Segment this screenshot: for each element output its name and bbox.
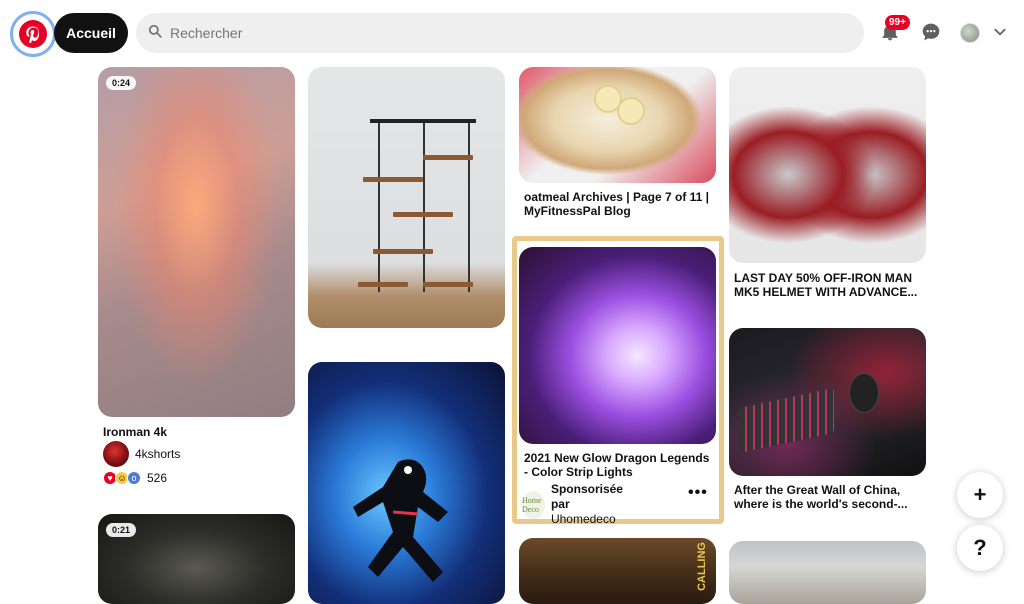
pin-title[interactable]: 2021 New Glow Dragon Legends - Color Str… xyxy=(524,451,714,479)
sponsor-row[interactable]: Home Deco Sponsorisée par Uhomedeco xyxy=(522,482,628,527)
pin-image[interactable] xyxy=(308,67,505,328)
more-options-button[interactable]: ••• xyxy=(688,484,708,502)
top-header: Accueil 99+ xyxy=(0,0,1024,66)
shelf-rope xyxy=(378,122,380,292)
help-button[interactable]: ? xyxy=(957,525,1003,571)
video-duration-badge: 0:21 xyxy=(106,523,137,537)
reactions-count: 526 xyxy=(147,471,168,485)
pin-image[interactable] xyxy=(308,362,505,604)
pin-image[interactable] xyxy=(729,328,926,476)
pin-title[interactable]: LAST DAY 50% OFF-IRON MAN MK5 HELMET WIT… xyxy=(734,271,924,299)
search-icon xyxy=(148,24,162,43)
add-pin-button[interactable]: + xyxy=(957,472,1003,518)
home-logo-button[interactable] xyxy=(10,11,56,57)
shelf-rope xyxy=(423,122,425,292)
reactions-row[interactable]: ♥ ☺ o 526 xyxy=(103,471,167,485)
pin-image[interactable] xyxy=(519,67,716,183)
sponsored-label: Sponsorisée par xyxy=(550,482,623,511)
pin-title[interactable]: Ironman 4k xyxy=(103,425,293,439)
banana-slice xyxy=(617,97,645,125)
sponsor-logo[interactable]: Home Deco xyxy=(522,490,545,519)
video-duration-badge: 0:24 xyxy=(106,76,137,90)
pin-image[interactable] xyxy=(519,247,716,444)
shelf-board xyxy=(393,212,453,217)
pin-title[interactable]: oatmeal Archives | Page 7 of 11 | MyFitn… xyxy=(524,190,714,218)
shelf-board xyxy=(423,282,473,287)
pin-title[interactable]: After the Great Wall of China, where is … xyxy=(734,483,924,511)
notifications-badge: 99+ xyxy=(885,15,910,30)
shelf-board xyxy=(423,155,473,160)
keyboard-shape xyxy=(739,387,834,454)
pin-image[interactable]: 0:21 xyxy=(98,514,295,604)
wow-icon: o xyxy=(127,471,141,485)
overlay-text: CALLING xyxy=(696,542,708,591)
home-button[interactable]: Accueil xyxy=(54,13,128,53)
shelf-board xyxy=(363,177,423,182)
chat-bubble-icon[interactable] xyxy=(919,20,943,44)
shelf-board xyxy=(373,249,433,254)
sponsor-name[interactable]: Uhomedeco xyxy=(551,512,628,527)
shelf-rope xyxy=(468,122,470,292)
pinterest-logo-icon xyxy=(19,20,47,48)
search-input[interactable] xyxy=(170,25,820,41)
avatar[interactable] xyxy=(960,23,980,43)
creator-avatar[interactable] xyxy=(103,441,129,467)
pin-creator[interactable]: 4kshorts xyxy=(103,441,180,467)
spiderman-silhouette xyxy=(353,459,448,582)
creator-name[interactable]: 4kshorts xyxy=(135,447,180,461)
search-bar[interactable] xyxy=(136,13,864,53)
shelf-rail xyxy=(370,119,476,123)
pin-image[interactable] xyxy=(729,541,926,604)
mouse-shape xyxy=(849,373,879,413)
pin-image[interactable] xyxy=(729,67,926,263)
shelf-board xyxy=(358,282,408,287)
chevron-down-icon[interactable] xyxy=(988,20,1012,44)
pin-image[interactable]: CALLING xyxy=(519,538,716,604)
pin-image[interactable]: 0:24 xyxy=(98,67,295,417)
